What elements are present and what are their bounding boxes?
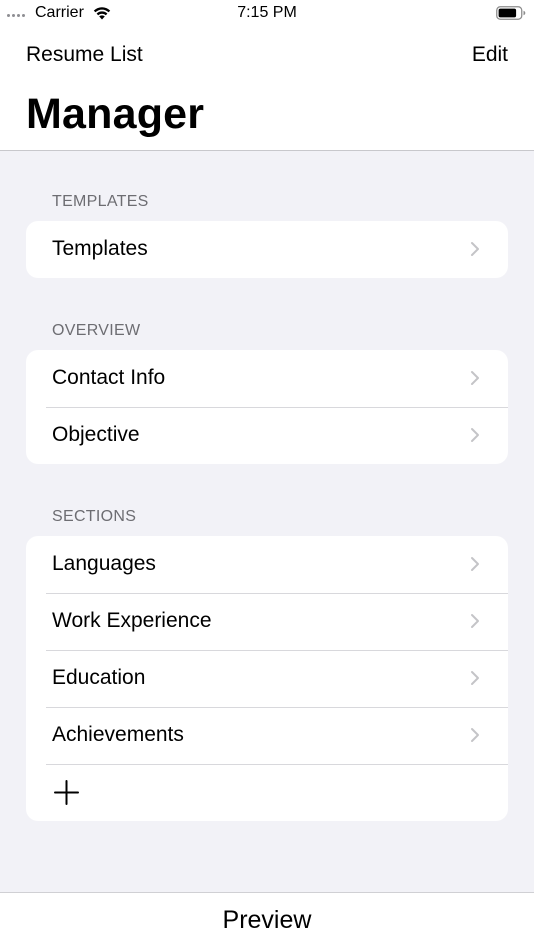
row-label: Achievements (52, 723, 184, 746)
row-label: Contact Info (52, 366, 166, 389)
page-title: Manager (26, 90, 205, 138)
battery-icon (496, 6, 526, 20)
row-label: Objective (52, 423, 140, 446)
chevron-right-icon (471, 671, 479, 685)
section-header-overview: OVERVIEW (52, 322, 141, 339)
back-button[interactable]: Resume List (26, 42, 143, 68)
row-label: Languages (52, 552, 156, 575)
row-templates[interactable]: Templates (26, 221, 508, 278)
row-objective[interactable]: Objective (26, 407, 508, 464)
templates-group: Templates (26, 221, 508, 278)
row-label: Templates (52, 237, 148, 260)
row-achievements[interactable]: Achievements (26, 707, 508, 764)
navigation-header: Carrier 7:15 PM Resume List Edit Manager (0, 0, 534, 151)
add-section-button[interactable] (26, 764, 508, 821)
row-languages[interactable]: Languages (26, 536, 508, 593)
section-header-sections: SECTIONS (52, 508, 137, 525)
plus-icon (54, 780, 79, 805)
overview-group: Contact Info Objective (26, 350, 508, 464)
row-label: Work Experience (52, 609, 212, 632)
edit-button[interactable]: Edit (472, 42, 508, 68)
chevron-right-icon (471, 728, 479, 742)
bottom-toolbar: Preview (0, 892, 534, 951)
status-time: 7:15 PM (237, 4, 297, 21)
section-header-templates: TEMPLATES (52, 193, 149, 210)
row-education[interactable]: Education (26, 650, 508, 707)
chevron-right-icon (471, 557, 479, 571)
chevron-right-icon (471, 242, 479, 256)
preview-button[interactable]: Preview (0, 905, 534, 935)
status-bar: Carrier 7:15 PM (0, 0, 534, 26)
chevron-right-icon (471, 371, 479, 385)
sections-group: Languages Work Experience Education Achi… (26, 536, 508, 821)
row-work-experience[interactable]: Work Experience (26, 593, 508, 650)
row-contact-info[interactable]: Contact Info (26, 350, 508, 407)
row-label: Education (52, 666, 146, 689)
chevron-right-icon (471, 614, 479, 628)
chevron-right-icon (471, 428, 479, 442)
